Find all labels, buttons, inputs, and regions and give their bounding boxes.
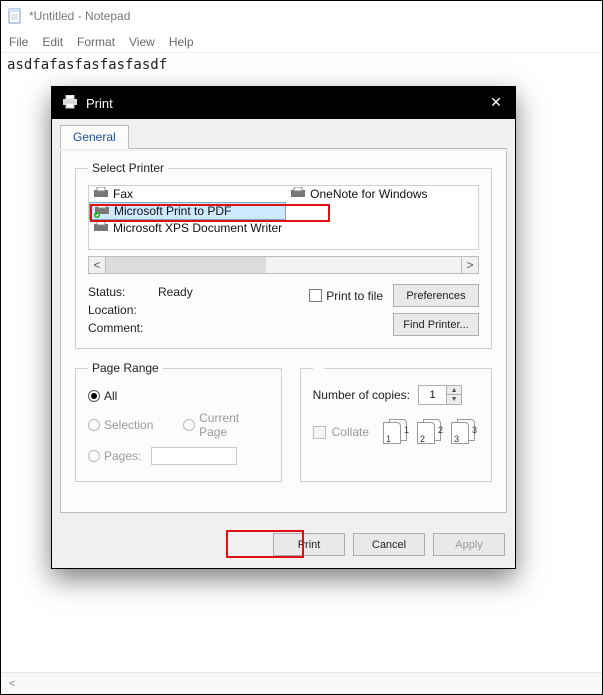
close-icon[interactable]: ✕ [487, 94, 505, 112]
tabstrip: General [60, 125, 507, 149]
copies-group: . Number of copies: 1 ▲ ▼ Co [300, 361, 492, 482]
printer-item-xps[interactable]: Microsoft XPS Document Writer [89, 220, 286, 236]
radio-selection: Selection [88, 411, 153, 439]
scroll-left-icon[interactable]: < [88, 256, 106, 274]
dialog-title: Print [86, 96, 487, 111]
dialog-titlebar: Print ✕ [52, 87, 515, 119]
select-printer-legend: Select Printer [88, 161, 168, 175]
location-value [158, 303, 193, 317]
menu-edit[interactable]: Edit [42, 35, 63, 49]
copies-spinner[interactable]: 1 ▲ ▼ [418, 385, 462, 405]
page-num: 1 [386, 434, 391, 444]
print-button[interactable]: Print [273, 533, 345, 556]
comment-value [158, 321, 193, 335]
printer-item-fax[interactable]: Fax [89, 186, 286, 202]
menu-view[interactable]: View [129, 35, 155, 49]
notepad-menubar: File Edit Format View Help [1, 31, 602, 53]
page-num: 3 [472, 425, 477, 435]
notepad-titlebar: *Untitled - Notepad [1, 1, 602, 31]
copies-value[interactable]: 1 [419, 386, 447, 404]
print-to-file-label: Print to file [326, 289, 383, 303]
spinner-up-icon[interactable]: ▲ [447, 386, 461, 395]
statusbar-chevron-icon: < [9, 678, 15, 690]
page-num: 3 [454, 434, 459, 444]
page-num: 2 [420, 434, 425, 444]
page-num: 1 [404, 425, 409, 435]
status-label: Status: [88, 285, 158, 299]
radio-current-page: Current Page [183, 411, 268, 439]
printer-list[interactable]: Fax OneNote for Windows Microsoft Print … [88, 185, 479, 250]
collate-graphic: 1 1 2 2 3 3 [383, 419, 479, 445]
pages-input [151, 447, 237, 465]
printer-item-pdf[interactable]: Microsoft Print to PDF [89, 202, 286, 220]
printer-label: Fax [113, 187, 133, 201]
menu-file[interactable]: File [9, 35, 28, 49]
print-dialog: Print ✕ General Select Printer Fax [51, 86, 516, 569]
window-title: *Untitled - Notepad [29, 9, 130, 23]
status-value: Ready [158, 285, 193, 299]
printer-label: OneNote for Windows [310, 187, 427, 201]
collate-label: Collate [332, 425, 369, 439]
radio-pages: Pages: [88, 447, 269, 465]
scroll-right-icon[interactable]: > [461, 256, 479, 274]
cancel-button[interactable]: Cancel [353, 533, 425, 556]
spinner-down-icon[interactable]: ▼ [447, 395, 461, 404]
printer-label: Microsoft Print to PDF [114, 204, 231, 218]
print-to-file-checkbox[interactable]: Print to file [309, 289, 383, 303]
radio-pages-label: Pages: [104, 449, 141, 463]
page-range-legend: Page Range [88, 361, 163, 375]
notepad-icon [7, 8, 23, 24]
page-range-group: Page Range All Selection Current Page [75, 361, 282, 482]
collate-checkbox-icon [313, 426, 326, 439]
copies-label: Number of copies: [313, 388, 410, 402]
preferences-button[interactable]: Preferences [393, 284, 479, 307]
scroll-track[interactable] [106, 256, 461, 274]
printer-item-onenote[interactable]: OneNote for Windows [286, 186, 478, 202]
radio-all-label: All [104, 389, 117, 403]
find-printer-button[interactable]: Find Printer... [393, 313, 479, 336]
page-num: 2 [438, 425, 443, 435]
radio-current-label: Current Page [199, 411, 269, 439]
location-label: Location: [88, 303, 158, 317]
select-printer-group: Select Printer Fax OneNote for Windows [75, 161, 492, 349]
apply-button: Apply [433, 533, 505, 556]
notepad-statusbar: < [1, 672, 602, 694]
radio-selection-label: Selection [104, 418, 153, 432]
radio-all[interactable]: All [88, 389, 269, 403]
menu-format[interactable]: Format [77, 35, 115, 49]
printer-h-scrollbar[interactable]: < > [88, 256, 479, 274]
printer-label: Microsoft XPS Document Writer [113, 221, 282, 235]
notepad-textarea[interactable]: asdfafasfasfasfasdf [1, 53, 602, 77]
comment-label: Comment: [88, 321, 158, 335]
tab-general[interactable]: General [60, 125, 129, 149]
menu-help[interactable]: Help [169, 35, 194, 49]
checkbox-icon [309, 289, 322, 302]
print-icon [62, 95, 78, 112]
